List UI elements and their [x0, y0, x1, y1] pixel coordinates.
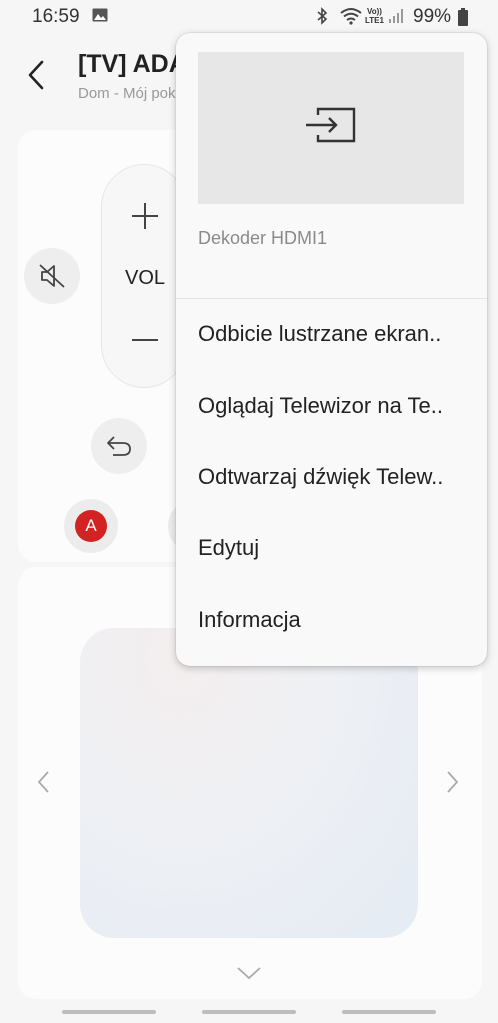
menu-item-label: Odbicie lustrzane ekran..: [198, 321, 442, 346]
signal-icon: [389, 9, 403, 23]
gesture-bar-left: [62, 1010, 156, 1014]
source-preview[interactable]: [198, 52, 464, 204]
lte-indicator: Vo)) LTE1: [365, 7, 384, 25]
color-a-label: A: [75, 510, 107, 542]
menu-item-watch-tv-on-phone[interactable]: Oglądaj Telewizor na Te..: [176, 375, 487, 439]
menu-item-label: Edytuj: [198, 535, 260, 560]
bluetooth-icon: [317, 7, 328, 25]
image-notification-icon: [92, 8, 108, 22]
gesture-bar-right: [342, 1010, 436, 1014]
menu-divider: [176, 298, 487, 299]
menu-item-information[interactable]: Informacja: [176, 589, 487, 653]
device-location: Dom - Mój pokój: [78, 85, 188, 102]
source-label: Dekoder HDMI1: [198, 228, 328, 248]
volume-up-icon[interactable]: [130, 201, 160, 231]
status-bar: 16:59 Vo)) LTE1 99%: [0, 0, 498, 36]
return-icon: [107, 436, 131, 456]
menu-item-edit[interactable]: Edytuj: [176, 517, 487, 581]
color-a-button[interactable]: A: [64, 499, 118, 553]
volume-down-icon[interactable]: [130, 335, 160, 345]
back-arrow-icon[interactable]: [22, 58, 54, 94]
status-time: 16:59: [32, 6, 80, 27]
touchpad[interactable]: [80, 628, 418, 938]
menu-item-play-tv-sound[interactable]: Odtwarzaj dźwięk Telew..: [176, 446, 487, 510]
menu-item-label: Informacja: [198, 607, 301, 632]
overflow-menu: Dekoder HDMI1 Odbicie lustrzane ekran.. …: [176, 33, 487, 666]
chevron-down-icon[interactable]: [236, 965, 262, 981]
return-button[interactable]: [91, 418, 147, 474]
volume-control: VOL: [101, 164, 187, 388]
mute-button[interactable]: [24, 248, 80, 304]
menu-item-screen-mirroring[interactable]: Odbicie lustrzane ekran..: [176, 303, 487, 367]
chevron-right-icon[interactable]: [444, 770, 460, 794]
menu-item-label: Oglądaj Telewizor na Te..: [198, 393, 443, 418]
device-title: [TV] ADAM: [78, 50, 188, 78]
menu-item-label: Odtwarzaj dźwięk Telew..: [198, 464, 444, 489]
wifi-icon: [340, 8, 362, 25]
battery-percent: 99%: [413, 6, 452, 27]
input-source-icon: [306, 107, 356, 143]
battery-icon: [458, 8, 468, 26]
chevron-left-icon[interactable]: [36, 770, 52, 794]
mute-icon: [39, 264, 65, 288]
gesture-bar-center: [202, 1010, 296, 1014]
